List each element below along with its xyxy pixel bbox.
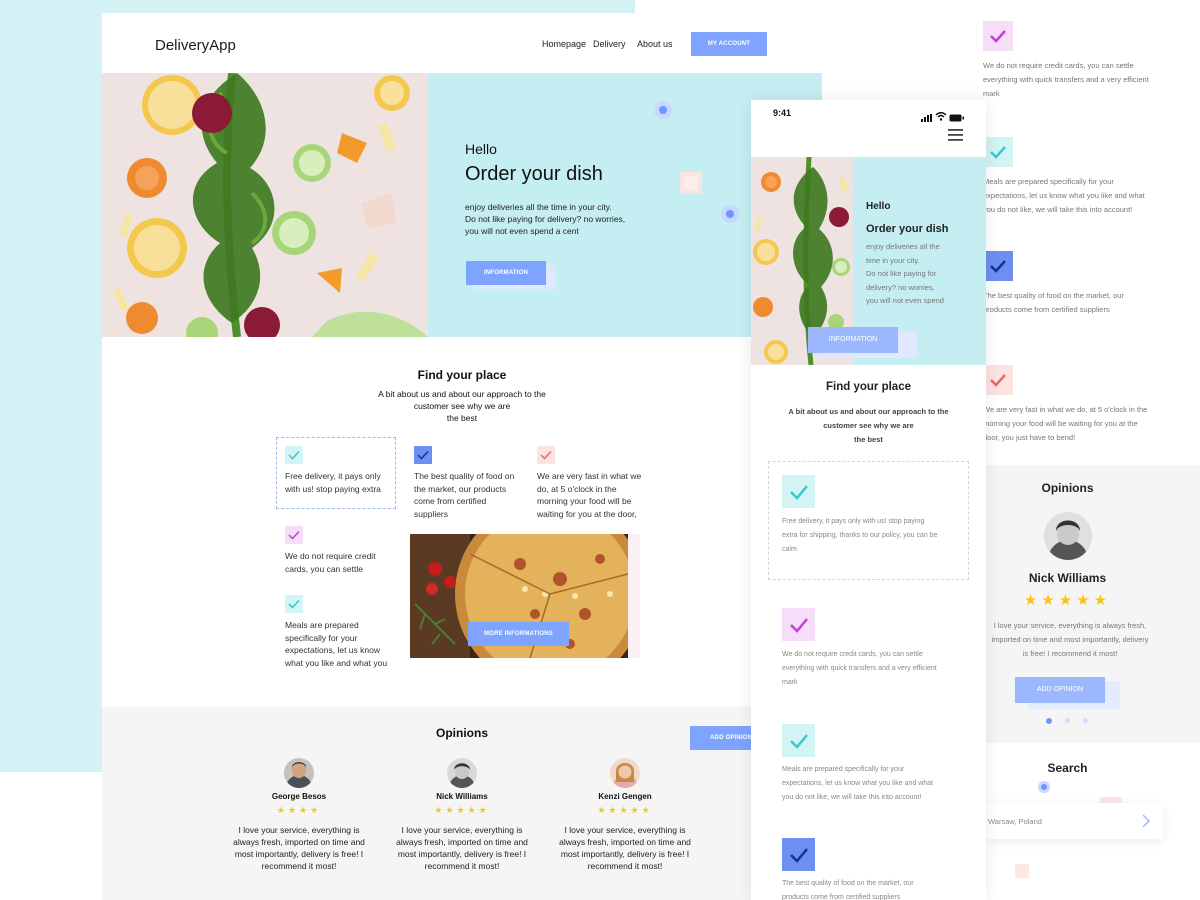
carousel-dot-active[interactable] <box>1046 718 1052 724</box>
information-button[interactable]: INFORMATION <box>466 261 546 285</box>
hero-vegetables-image <box>102 73 428 337</box>
avatar <box>447 758 477 788</box>
status-bar: 9:41 <box>751 100 986 157</box>
feature-text: Meals are prepared specifically for your… <box>983 177 1145 214</box>
decor-square <box>1015 864 1029 878</box>
feature-text: The best quality of food on the market, … <box>983 291 1124 314</box>
review-text: I love your service, everything is alway… <box>233 825 365 871</box>
search-value: Warsaw, Poland <box>988 817 1042 826</box>
review-text: I love your service, everything is alway… <box>991 621 1149 658</box>
find-place-title: Find your place <box>826 381 911 393</box>
my-account-button[interactable]: MY ACCOUNT <box>691 32 767 56</box>
nav-delivery[interactable]: Delivery <box>593 39 626 49</box>
check-icon <box>983 365 1013 395</box>
chevron-right-icon[interactable] <box>1140 812 1152 835</box>
find-place-title: Find your place <box>417 368 507 382</box>
rating-stars: ★★★★★ <box>1023 592 1112 609</box>
rating-stars: ★★★★ <box>276 805 322 815</box>
reviewer-name: Nick Williams <box>1028 571 1107 585</box>
check-icon <box>782 724 815 757</box>
feature-free-delivery: Free delivery, it pays only with us! sto… <box>285 471 381 494</box>
check-icon <box>782 838 815 871</box>
hero-description: enjoy deliveries all the time in your ci… <box>866 242 944 305</box>
information-button[interactable]: INFORMATION <box>808 327 898 353</box>
search-title: Search <box>1047 761 1088 775</box>
check-icon <box>285 526 303 544</box>
feature-text: We do not require credit cards, you can … <box>983 61 1149 98</box>
status-time: 9:41 <box>773 108 792 118</box>
feature-text: We do not require credit cards, you can … <box>782 651 937 686</box>
wifi-icon <box>935 108 947 126</box>
feature-text: The best quality of food on the market, … <box>782 880 914 900</box>
check-icon <box>983 137 1013 167</box>
feature-meals-prepared: Meals are prepared specifically for your… <box>285 620 388 668</box>
review-text: I love your service, everything is alway… <box>559 825 691 871</box>
hamburger-menu-icon[interactable] <box>948 128 964 147</box>
feature-text: Free delivery, it pays only with us! sto… <box>782 518 938 553</box>
search-input[interactable]: Warsaw, Poland <box>985 803 1163 839</box>
rating-stars: ★★★★★ <box>434 805 490 815</box>
check-icon <box>414 446 432 464</box>
nav-homepage[interactable]: Homepage <box>542 39 586 49</box>
check-icon <box>782 475 815 508</box>
find-place-subtitle: A bit about us and about our approach to… <box>788 407 949 444</box>
feature-text: Meals are prepared specifically for your… <box>782 766 933 801</box>
desktop-mockup: DeliveryApp Homepage Delivery About us M… <box>102 13 822 900</box>
carousel-dot[interactable] <box>1065 718 1070 723</box>
nav-about-us[interactable]: About us <box>637 39 673 49</box>
check-icon <box>983 21 1013 51</box>
avatar <box>610 758 640 788</box>
check-icon <box>983 251 1013 281</box>
hero-description: enjoy deliveries all the time in your ci… <box>465 202 626 236</box>
more-informations-button[interactable]: MORE INFORMATIONS <box>468 622 569 646</box>
check-icon <box>285 446 303 464</box>
battery-icon <box>949 109 965 127</box>
hero-hello: Hello <box>866 201 891 212</box>
hero-title: Order your dish <box>465 163 603 185</box>
hero-title: Order your dish <box>866 223 949 235</box>
signal-icon <box>921 109 933 127</box>
feature-best-quality: The best quality of food on the market, … <box>414 471 515 519</box>
logo[interactable]: DeliveryApp <box>155 37 236 54</box>
review-text: I love your service, everything is alway… <box>396 825 528 871</box>
reviewer-name: Nick Williams <box>436 792 488 801</box>
opinions-title: Opinions <box>436 726 488 740</box>
mobile-mockup: 9:41 Hello Order your dish enjoy deliver… <box>751 100 986 900</box>
decor-dot <box>659 106 667 114</box>
hero-hello: Hello <box>465 141 497 157</box>
check-icon <box>537 446 555 464</box>
right-mockup-column: We do not require credit cards, you can … <box>980 0 1200 900</box>
top-navbar: DeliveryApp Homepage Delivery About us M… <box>102 13 822 73</box>
rating-stars: ★★★★★ <box>597 805 653 815</box>
decor-strip <box>628 534 640 658</box>
check-icon <box>285 595 303 613</box>
decor-square <box>684 176 698 190</box>
decor-dot <box>726 210 734 218</box>
opinions-title: Opinions <box>1041 481 1094 495</box>
reviewer-name: George Besos <box>271 792 327 801</box>
avatar <box>1044 512 1092 560</box>
avatar <box>284 758 314 788</box>
reviewer-name: Kenzi Gengen <box>598 792 652 801</box>
carousel-dot[interactable] <box>1083 718 1088 723</box>
feature-text: We are very fast in what we do, at 5 o'c… <box>983 405 1148 442</box>
add-opinion-button[interactable]: ADD OPINION <box>1015 677 1105 703</box>
feature-no-credit-cards: We do not require credit cards, you can … <box>285 551 376 574</box>
feature-fast-delivery: We are very fast in what we do, at 5 o'c… <box>537 471 642 519</box>
find-place-subtitle: A bit about us and about our approach to… <box>378 389 546 423</box>
check-icon <box>782 608 815 641</box>
decor-dot <box>1041 784 1047 790</box>
